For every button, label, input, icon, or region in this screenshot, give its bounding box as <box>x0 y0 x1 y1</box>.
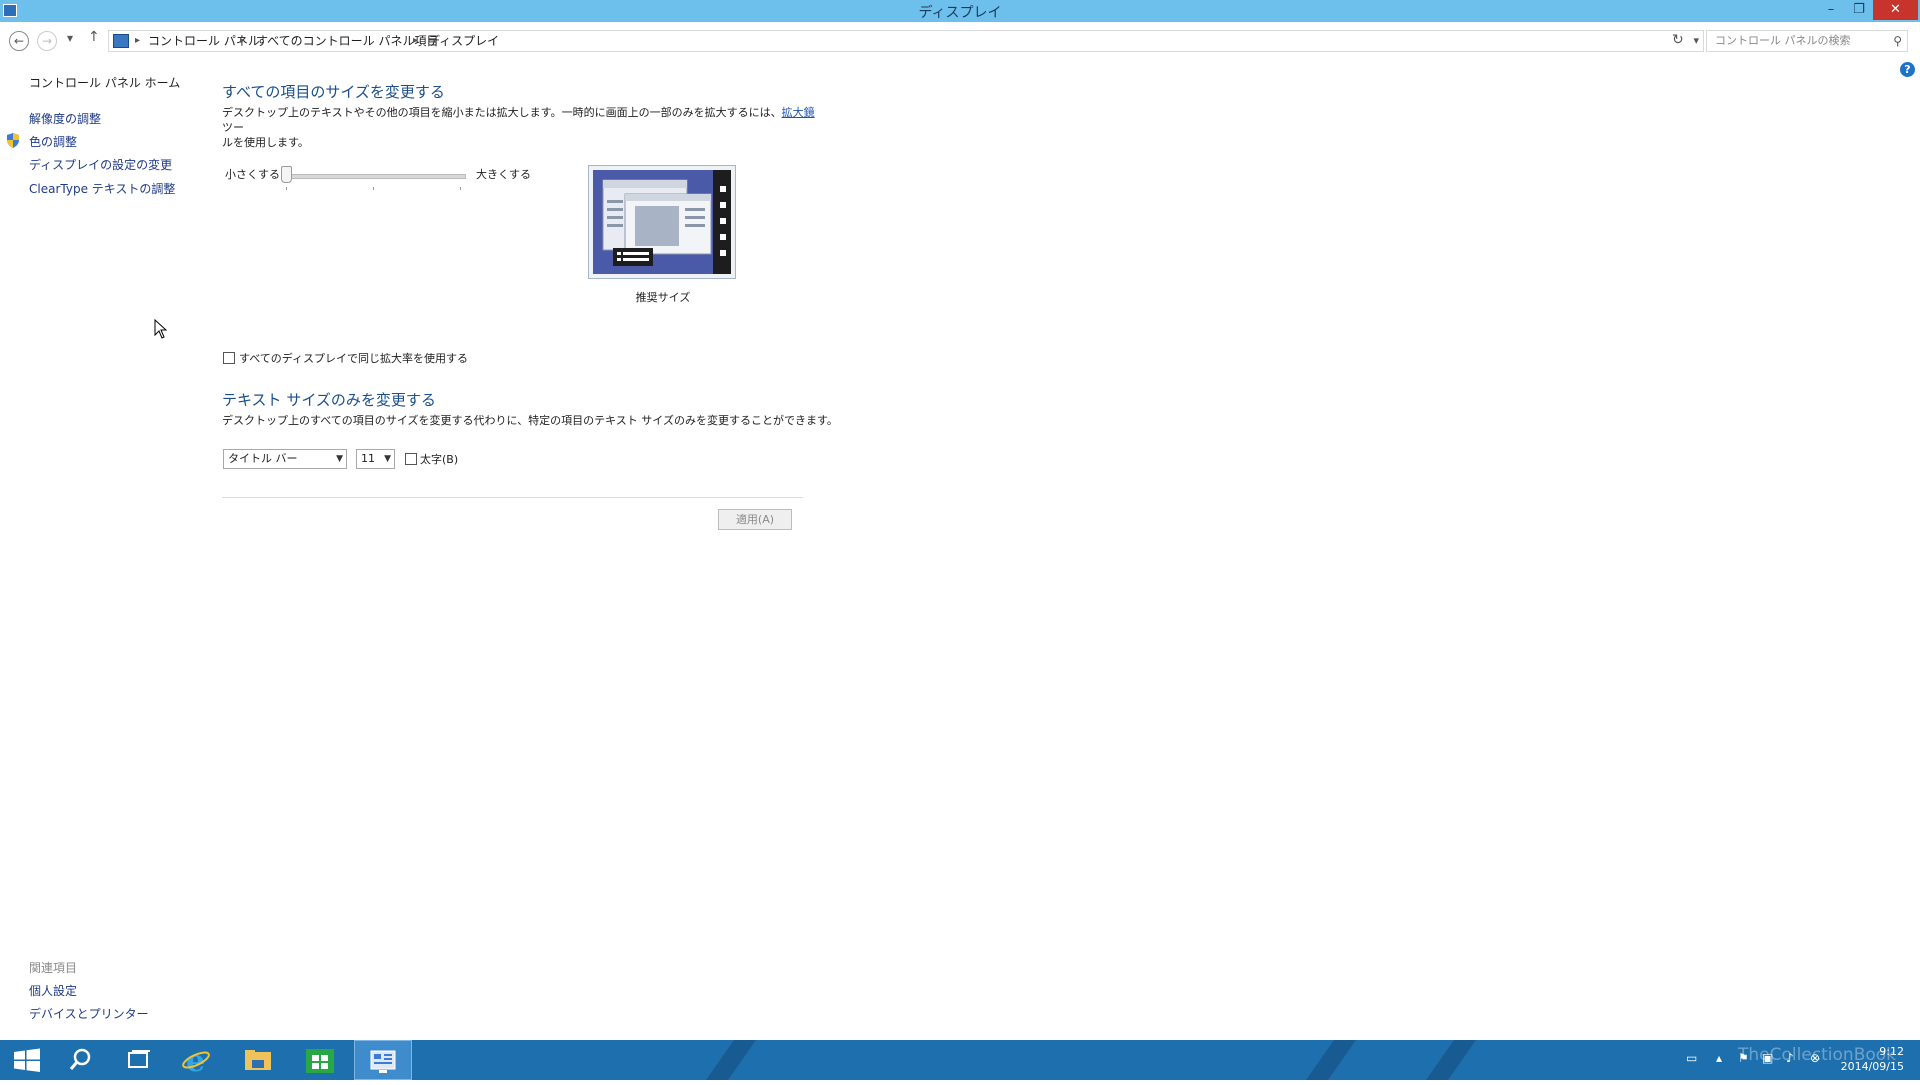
same-scale-label[interactable]: すべてのディスプレイで同じ拡大率を使用する <box>239 350 468 366</box>
apply-button[interactable]: 適用(A) <box>718 509 792 530</box>
internet-explorer-button[interactable]: e <box>168 1040 224 1080</box>
search-taskbar-button[interactable] <box>52 1040 108 1080</box>
folder-icon <box>245 1050 271 1070</box>
slider-tick <box>286 187 287 190</box>
sidebar-item-display-settings[interactable]: ディスプレイの設定の変更 <box>29 156 172 173</box>
clock[interactable]: 9:12 2014/09/15 <box>1841 1044 1904 1074</box>
related-link-personalize[interactable]: 個人設定 <box>29 982 77 999</box>
resize-desc-line2: ルを使用します。 <box>222 136 309 149</box>
volume-icon[interactable]: ♪ <box>1786 1051 1794 1065</box>
taskbar-decoration <box>705 1040 757 1080</box>
clock-date: 2014/09/15 <box>1840 1060 1904 1073</box>
font-size-select[interactable]: 11 ▼ <box>356 449 395 469</box>
network-icon[interactable]: ▣ <box>1762 1051 1773 1065</box>
mouse-cursor-icon <box>154 319 168 339</box>
ime-icon[interactable]: ⊗ <box>1810 1051 1820 1065</box>
minimize-button[interactable]: – <box>1817 0 1845 20</box>
sidebar-item-resolution[interactable]: 解像度の調整 <box>29 110 101 127</box>
chevron-right-icon[interactable]: ▸ <box>240 31 245 51</box>
navigation-bar: ← → ▾ ↑ ▸ コントロール パネル ▸ すべてのコントロール パネル項目 … <box>0 22 1920 58</box>
sidebar-home-link[interactable]: コントロール パネル ホーム <box>29 74 180 91</box>
window-title: ディスプレイ <box>918 5 1002 21</box>
textsize-description: デスクトップ上のすべての項目のサイズを変更する代わりに、特定の項目のテキスト サ… <box>222 414 838 427</box>
start-button[interactable] <box>0 1040 56 1080</box>
control-panel-taskbar-button[interactable] <box>354 1040 412 1080</box>
clock-time: 9:12 <box>1879 1045 1904 1058</box>
resize-description: デスクトップ上のテキストやその他の項目を縮小または拡大します。一時的に画面上の一… <box>222 105 822 150</box>
taskbar: e TheCollectionBook ▭ ▴ ⚑ ▣ ♪ ⊗ 9:12 201… <box>0 1040 1920 1080</box>
search-placeholder: コントロール パネルの検索 <box>1715 34 1851 47</box>
bold-label[interactable]: 太字(B) <box>420 451 458 467</box>
recent-locations-icon[interactable]: ▾ <box>67 31 73 45</box>
action-center-flag-icon[interactable]: ⚑ <box>1738 1051 1749 1065</box>
slider-tick <box>460 187 461 190</box>
section-divider <box>222 497 803 498</box>
store-icon <box>306 1049 334 1073</box>
text-item-select[interactable]: タイトル バー ▼ <box>223 449 347 469</box>
chevron-right-icon[interactable]: ▸ <box>135 31 140 51</box>
preview-caption: 推奨サイズ <box>635 291 691 304</box>
size-preview-image <box>588 165 736 279</box>
slider-larger-label: 大きくする <box>476 168 531 181</box>
resize-heading: すべての項目のサイズを変更する <box>222 83 445 101</box>
sidebar-item-color[interactable]: 色の調整 <box>29 133 77 150</box>
slider-tick <box>373 187 374 190</box>
search-input[interactable]: コントロール パネルの検索 ⚲ <box>1706 30 1908 52</box>
slider-smaller-label: 小さくする <box>225 168 280 181</box>
bold-checkbox[interactable] <box>405 453 417 465</box>
address-bar[interactable]: ▸ コントロール パネル ▸ すべてのコントロール パネル項目 ▸ ディスプレイ… <box>108 30 1704 52</box>
title-bar: ディスプレイ – ❐ ✕ <box>0 0 1920 22</box>
chevron-down-icon[interactable]: ▼ <box>384 450 391 468</box>
taskbar-decoration <box>1425 1040 1477 1080</box>
control-panel-icon <box>370 1050 396 1073</box>
store-button[interactable] <box>292 1040 348 1080</box>
search-icon <box>69 1048 91 1070</box>
shield-icon <box>7 133 19 148</box>
same-scale-checkbox[interactable] <box>223 352 235 364</box>
up-button[interactable]: ↑ <box>88 29 100 45</box>
chevron-down-icon[interactable]: ▾ <box>1693 31 1699 51</box>
task-view-icon <box>128 1050 150 1068</box>
preview-illustration <box>593 170 731 274</box>
size-slider-thumb[interactable] <box>281 166 292 183</box>
refresh-icon[interactable]: ↻ <box>1672 32 1684 48</box>
chevron-down-icon[interactable]: ▼ <box>336 450 343 468</box>
related-heading: 関連項目 <box>29 961 78 975</box>
resize-desc-text: デスクトップ上のテキストやその他の項目を縮小または拡大します。一時的に画面上の一… <box>222 106 782 119</box>
search-icon[interactable]: ⚲ <box>1893 31 1902 51</box>
text-item-select-value: タイトル バー <box>228 452 298 465</box>
file-explorer-button[interactable] <box>230 1040 286 1080</box>
resize-desc-text-2: ツー <box>222 121 244 134</box>
chevron-right-icon[interactable]: ▸ <box>413 31 418 51</box>
textsize-heading: テキスト サイズのみを変更する <box>222 391 436 409</box>
back-button[interactable]: ← <box>9 31 29 51</box>
maximize-button[interactable]: ❐ <box>1845 0 1873 20</box>
magnifier-link[interactable]: 拡大鏡 <box>782 106 815 119</box>
related-link-devices[interactable]: デバイスとプリンター <box>29 1005 149 1022</box>
taskbar-decoration <box>1305 1040 1357 1080</box>
windows-logo-icon <box>14 1048 40 1072</box>
show-hidden-icons-icon[interactable]: ▴ <box>1716 1051 1722 1065</box>
font-size-select-value: 11 <box>361 452 375 465</box>
breadcrumb-display[interactable]: ディスプレイ <box>428 31 499 51</box>
sidebar-item-cleartype[interactable]: ClearType テキストの調整 <box>29 180 175 197</box>
close-button[interactable]: ✕ <box>1873 0 1918 20</box>
size-slider-track[interactable] <box>284 174 466 179</box>
keyboard-icon[interactable]: ▭ <box>1686 1051 1697 1065</box>
help-icon[interactable]: ? <box>1900 62 1915 77</box>
forward-button[interactable]: → <box>37 31 57 51</box>
control-panel-icon <box>113 34 129 48</box>
breadcrumb-all-items[interactable]: すべてのコントロール パネル項目 <box>256 31 439 51</box>
internet-explorer-icon: e <box>182 1044 210 1079</box>
task-view-button[interactable] <box>110 1040 166 1080</box>
